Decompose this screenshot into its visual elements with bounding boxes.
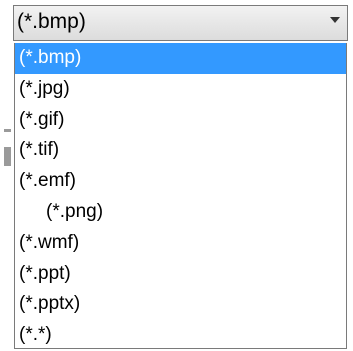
list-item-gif[interactable]: (*.gif) <box>15 105 346 136</box>
file-type-dropdown-list: (*.bmp) (*.jpg) (*.gif) (*.tif) (*.emf) … <box>14 43 347 349</box>
background-divider <box>4 129 11 132</box>
list-item-wmf[interactable]: (*.wmf) <box>15 228 346 259</box>
list-item-emf[interactable]: (*.emf) <box>15 166 346 197</box>
list-item-pptx[interactable]: (*.pptx) <box>15 289 346 320</box>
list-item-jpg[interactable]: (*.jpg) <box>15 74 346 105</box>
list-item-ppt[interactable]: (*.ppt) <box>15 259 346 290</box>
chevron-down-icon[interactable] <box>330 17 340 23</box>
combobox-selected-value: (*.bmp) <box>17 10 86 33</box>
file-type-combobox[interactable]: (*.bmp) <box>13 5 348 41</box>
background-element <box>4 147 11 166</box>
list-item-png[interactable]: (*.png) <box>15 197 346 228</box>
list-item-tif[interactable]: (*.tif) <box>15 135 346 166</box>
list-item-all-files[interactable]: (*.*) <box>15 320 346 348</box>
list-item-bmp[interactable]: (*.bmp) <box>15 43 346 74</box>
